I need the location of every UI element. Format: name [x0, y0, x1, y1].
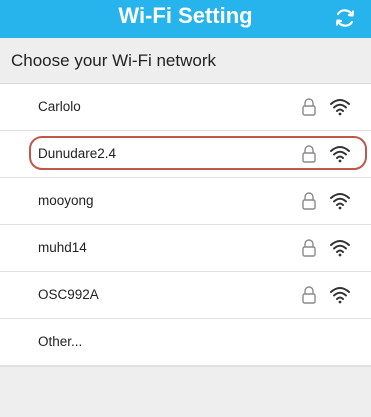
refresh-icon — [335, 9, 355, 27]
network-list-header: Choose your Wi-Fi network — [0, 38, 371, 84]
network-item-muhd14[interactable]: muhd14 — [0, 225, 371, 272]
network-name: mooyong — [38, 193, 94, 208]
network-name: Dunudare2.4 — [38, 146, 117, 161]
wifi-signal-icon — [330, 240, 350, 257]
network-item-mooyong[interactable]: mooyong — [0, 178, 371, 225]
header-bar: Wi-Fi Setting — [0, 0, 371, 38]
network-item-osc992a[interactable]: OSC992A — [0, 272, 371, 319]
lock-icon — [302, 145, 316, 163]
wifi-signal-icon — [330, 99, 350, 116]
wifi-signal-icon — [330, 287, 350, 304]
network-item-dunudare2-4[interactable]: Dunudare2.4 — [0, 131, 371, 178]
lock-icon — [302, 98, 316, 116]
refresh-button[interactable] — [331, 4, 359, 32]
lock-icon — [302, 192, 316, 210]
wifi-signal-icon — [330, 193, 350, 210]
wifi-signal-icon — [330, 146, 350, 163]
other-network-label: Other... — [38, 334, 83, 349]
network-name: Carlolo — [38, 99, 81, 114]
network-item-carlolo[interactable]: Carlolo — [0, 84, 371, 131]
network-name: muhd14 — [38, 240, 87, 255]
lock-icon — [302, 239, 316, 257]
network-list: Carlolo Dunudare2.4 mooyong muhd14 OSC99… — [0, 84, 371, 366]
network-name: OSC992A — [38, 287, 99, 302]
network-item-other[interactable]: Other... — [0, 319, 371, 366]
choose-network-label: Choose your Wi-Fi network — [11, 51, 217, 70]
footer-bar — [0, 366, 371, 417]
lock-icon — [302, 286, 316, 304]
page-title: Wi-Fi Setting — [118, 3, 253, 28]
